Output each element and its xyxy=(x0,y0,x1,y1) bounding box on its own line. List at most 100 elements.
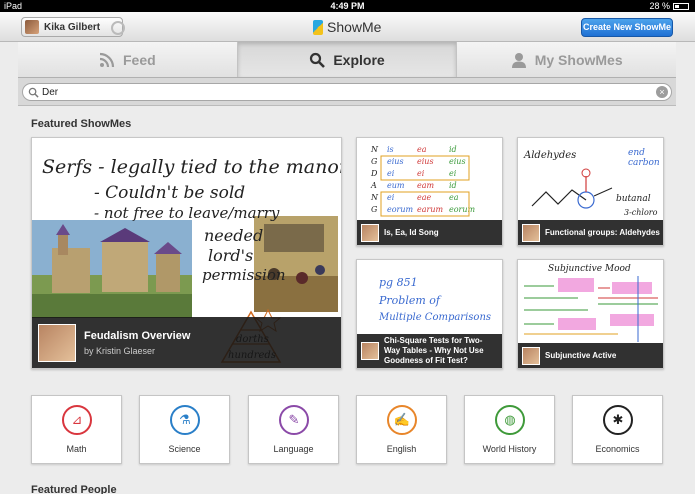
card-title: Subjunctive Active xyxy=(545,351,617,360)
create-showme-button[interactable]: Create New ShowMe xyxy=(581,18,673,37)
note-line: Subjunctive Mood xyxy=(548,264,631,274)
category-label: Math xyxy=(66,444,87,454)
author-avatar xyxy=(38,323,76,362)
peasants-illustration xyxy=(254,216,338,312)
english-icon: ✍ xyxy=(387,405,417,435)
category-economics[interactable]: ✱ Economics xyxy=(572,395,663,464)
svg-text:eorum: eorum xyxy=(449,205,476,214)
svg-text:N: N xyxy=(370,145,379,154)
featured-card[interactable]: Subjunctive Mood Subjunctive Active xyxy=(517,259,664,369)
explore-content: Featured ShowMes Serfs - legally tied to… xyxy=(18,106,676,494)
svg-text:eam: eam xyxy=(417,181,435,190)
category-label: World History xyxy=(482,444,537,454)
featured-main-card[interactable]: Serfs - legally tied to the manor - Coul… xyxy=(31,137,342,369)
person-icon xyxy=(511,52,526,68)
svg-text:eorum: eorum xyxy=(387,205,414,214)
svg-text:D: D xyxy=(370,169,378,178)
rss-icon xyxy=(99,52,115,67)
card-caption: Subjunctive Active xyxy=(518,343,663,368)
author-avatar xyxy=(522,223,540,242)
category-language[interactable]: ✎ Language xyxy=(248,395,339,464)
category-label: English xyxy=(386,444,417,454)
avatar xyxy=(25,20,39,34)
featured-card[interactable]: pg 851 Problem of Multiple Comparisons C… xyxy=(356,259,503,369)
note-line: end xyxy=(628,148,645,158)
author-avatar xyxy=(361,223,379,242)
math-icon: ⊿ xyxy=(62,405,92,435)
note-line: pg 851 xyxy=(379,276,418,289)
note-line: - not free to leave/marry xyxy=(94,204,280,222)
svg-text:earum: earum xyxy=(417,205,443,214)
category-english[interactable]: ✍ English xyxy=(356,395,447,464)
note-line: needed xyxy=(204,226,264,245)
note-line: permission xyxy=(202,266,286,284)
showme-logo-icon xyxy=(313,19,323,35)
tab-explore[interactable]: Explore xyxy=(237,42,458,77)
svg-text:eius: eius xyxy=(387,157,404,166)
user-profile-button[interactable]: Kika Gilbert xyxy=(21,17,123,37)
card-caption: Feudalism Overview by Kristin Glaeser xyxy=(32,317,341,368)
tab-my-showmes[interactable]: My ShowMes xyxy=(457,42,677,77)
note-line: carbon xyxy=(628,158,660,168)
svg-text:eae: eae xyxy=(417,193,432,202)
featured-people-heading: Featured People xyxy=(31,484,117,494)
search-input[interactable] xyxy=(42,86,642,98)
battery-status: 28 % xyxy=(649,0,689,12)
svg-text:id: id xyxy=(449,181,457,190)
svg-text:eius: eius xyxy=(417,157,434,166)
search-icon xyxy=(310,52,326,68)
card-title: Feudalism Overview xyxy=(84,329,191,342)
svg-text:eius: eius xyxy=(449,157,466,166)
globe-icon[interactable] xyxy=(111,21,125,35)
card-title: Is, Ea, Id Song xyxy=(384,228,439,237)
svg-text:ei: ei xyxy=(387,169,395,178)
featured-card[interactable]: Aldehydes end carbon butanal 3-chloro Fu… xyxy=(517,137,664,246)
search-bar: × xyxy=(18,78,676,106)
feudalism-illustration xyxy=(32,220,192,318)
note-line: 3-chloro xyxy=(624,208,658,217)
nav-bar: Kika Gilbert ShowMe Create New ShowMe xyxy=(0,12,695,42)
tab-label: My ShowMes xyxy=(534,51,623,68)
molecule-sketch xyxy=(531,168,613,209)
note-line: Serfs - legally tied to the manor xyxy=(42,156,342,178)
tab-feed[interactable]: Feed xyxy=(18,42,238,77)
category-label: Language xyxy=(273,444,314,454)
card-caption: Is, Ea, Id Song xyxy=(357,220,502,245)
status-bar: iPad 4:49 PM 28 % xyxy=(0,0,695,12)
category-science[interactable]: ⚗ Science xyxy=(139,395,230,464)
globe-icon: ◍ xyxy=(495,405,525,435)
card-caption: Chi-Square Tests for Two-Way Tables - Wh… xyxy=(357,334,502,368)
featured-card[interactable]: Nis ea id Geius eius eius Dei ei ei Aeum eam id … xyxy=(356,137,503,246)
latin-chart-sketch: Nis ea id Geius eius eius Dei ei ei Aeum eam id … xyxy=(370,145,476,217)
note-line: Problem of xyxy=(379,294,440,307)
tab-label: Explore xyxy=(333,51,385,68)
svg-text:A: A xyxy=(370,181,377,190)
author-avatar xyxy=(361,342,379,360)
svg-text:G: G xyxy=(371,157,378,166)
featured-showmes-heading: Featured ShowMes xyxy=(31,118,132,130)
battery-percent: 28 % xyxy=(649,1,670,11)
note-line: lord's xyxy=(208,246,254,265)
card-author: by Kristin Glaeser xyxy=(84,345,156,356)
user-name: Kika Gilbert xyxy=(44,21,101,33)
card-title: Functional groups: Aldehydes xyxy=(545,228,660,237)
svg-text:N: N xyxy=(370,193,379,202)
note-line: butanal xyxy=(616,194,651,204)
card-title: Chi-Square Tests for Two-Way Tables - Wh… xyxy=(384,336,484,365)
segmented-tabs: Feed Explore My ShowMes xyxy=(18,42,677,78)
category-math[interactable]: ⊿ Math xyxy=(31,395,122,464)
svg-text:ei: ei xyxy=(387,193,395,202)
svg-text:is: is xyxy=(387,145,394,154)
note-line: Multiple Comparisons xyxy=(379,312,492,323)
conjugation-sketch xyxy=(524,276,658,342)
svg-text:ea: ea xyxy=(417,145,427,154)
clear-search-icon[interactable]: × xyxy=(656,86,668,98)
author-avatar xyxy=(522,346,540,365)
language-icon: ✎ xyxy=(279,405,309,435)
svg-text:ea: ea xyxy=(449,193,459,202)
category-world-history[interactable]: ◍ World History xyxy=(464,395,555,464)
tab-label: Feed xyxy=(122,51,156,68)
note-line: Aldehydes xyxy=(524,150,577,161)
app-logo: ShowMe xyxy=(313,19,381,35)
svg-text:id: id xyxy=(449,145,457,154)
